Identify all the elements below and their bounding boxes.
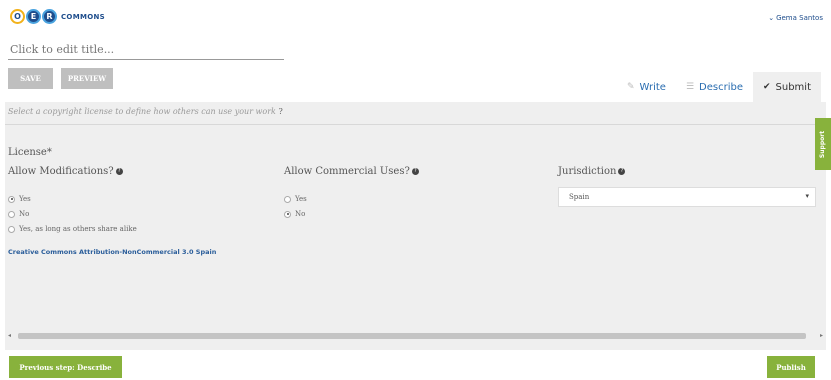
modifications-option-no[interactable]: No xyxy=(8,210,29,218)
help-icon[interactable]: ? xyxy=(115,168,123,175)
option-label: No xyxy=(19,210,30,218)
option-label: No xyxy=(295,210,306,218)
preview-button[interactable]: PREVIEW xyxy=(61,68,113,89)
tab-submit-label: Submit xyxy=(775,81,811,93)
editor-tabs: ✎ Write ☰ Describe ✔ Submit xyxy=(616,72,821,102)
commercial-option-no[interactable]: No xyxy=(284,210,305,218)
option-label: Yes, as long as others share alike xyxy=(19,225,137,233)
commercial-heading: Allow Commercial Uses?? xyxy=(284,166,419,177)
commercial-heading-text: Allow Commercial Uses? xyxy=(284,166,410,177)
support-label: Support xyxy=(819,130,827,158)
publish-button[interactable]: Publish xyxy=(767,356,815,378)
save-button[interactable]: SAVE xyxy=(8,68,53,89)
radio-unselected[interactable] xyxy=(8,225,15,233)
title-input[interactable] xyxy=(8,40,284,60)
previous-step-button[interactable]: Previous step: Describe xyxy=(9,356,122,378)
modifications-option-yes[interactable]: Yes xyxy=(8,195,31,203)
pencil-icon: ✎ xyxy=(626,82,635,92)
horizontal-scrollbar[interactable]: ◂ ▸ xyxy=(8,332,823,340)
license-result-link[interactable]: Creative Commons Attribution-NonCommerci… xyxy=(8,248,216,256)
modifications-option-share-alike[interactable]: Yes, as long as others share alike xyxy=(8,225,137,233)
check-icon: ✔ xyxy=(762,82,771,92)
option-label: Yes xyxy=(19,195,31,203)
tab-write-label: Write xyxy=(639,81,666,93)
license-label: License* xyxy=(8,147,52,158)
jurisdiction-select[interactable]: Spain ▾ xyxy=(558,187,816,207)
tab-write[interactable]: ✎ Write xyxy=(616,72,676,102)
jurisdiction-heading: Jurisdiction? xyxy=(558,166,626,177)
tab-describe-label: Describe xyxy=(699,81,743,93)
tab-submit[interactable]: ✔ Submit xyxy=(752,72,821,102)
support-tab[interactable]: Support xyxy=(815,118,831,170)
radio-unselected[interactable] xyxy=(8,210,15,218)
scrollbar-thumb[interactable] xyxy=(18,333,806,339)
scroll-right-arrow-icon[interactable]: ▸ xyxy=(820,332,823,339)
logo-text: COMMONS xyxy=(61,12,105,21)
user-name: Gema Santos xyxy=(776,14,823,22)
modifications-heading-text: Allow Modifications? xyxy=(8,166,114,177)
divider xyxy=(5,124,826,125)
license-panel: Select a copyright license to define how… xyxy=(5,102,826,350)
jurisdiction-heading-text: Jurisdiction xyxy=(558,166,617,177)
list-icon: ☰ xyxy=(685,82,695,92)
radio-unselected[interactable] xyxy=(284,195,291,203)
radio-selected[interactable] xyxy=(284,210,291,218)
help-icon[interactable]: ? xyxy=(278,107,282,116)
oer-commons-logo[interactable]: O E R COMMONS xyxy=(10,9,105,24)
radio-selected[interactable] xyxy=(8,195,15,203)
chevron-down-icon: ⌄ xyxy=(768,14,775,22)
logo-letter-r: R xyxy=(42,9,57,24)
license-hint-text: Select a copyright license to define how… xyxy=(8,107,276,116)
jurisdiction-value: Spain xyxy=(569,193,590,201)
commercial-option-yes[interactable]: Yes xyxy=(284,195,307,203)
logo-letter-e: E xyxy=(26,9,41,24)
tab-describe[interactable]: ☰ Describe xyxy=(675,72,753,102)
option-label: Yes xyxy=(295,195,307,203)
logo-letter-o: O xyxy=(10,9,25,24)
modifications-heading: Allow Modifications?? xyxy=(8,166,123,177)
user-menu[interactable]: ⌄ Gema Santos xyxy=(768,14,823,22)
help-icon[interactable]: ? xyxy=(411,168,419,175)
help-icon[interactable]: ? xyxy=(618,168,626,175)
license-hint: Select a copyright license to define how… xyxy=(8,107,283,116)
caret-down-icon: ▾ xyxy=(805,192,809,200)
scroll-left-arrow-icon[interactable]: ◂ xyxy=(8,332,11,339)
